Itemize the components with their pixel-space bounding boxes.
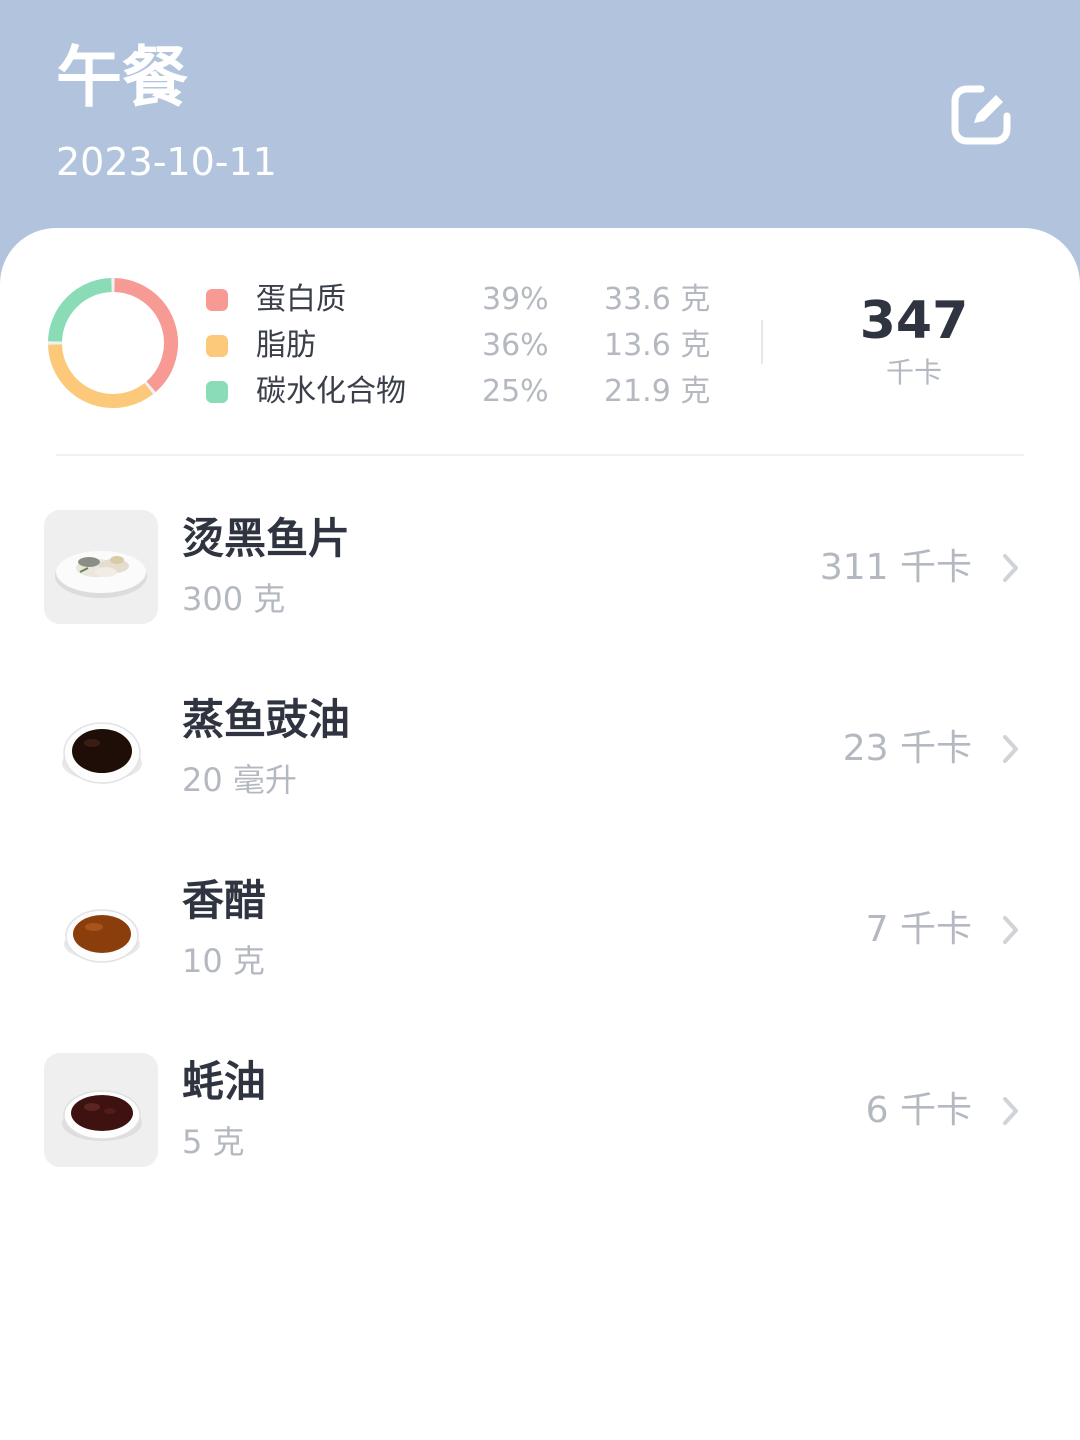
nutrition-summary: 蛋白质 39% 33.6 克 脂肪 36% 13.6 克 碳水化合物 25% 2… [0, 228, 1080, 454]
food-amount: 20 毫升 [182, 761, 297, 799]
food-calories: 6 千卡 [865, 1090, 972, 1131]
macro-row-fat: 脂肪 36% 13.6 克 [204, 323, 724, 369]
food-thumbnail [44, 872, 158, 986]
fish-slices-plate-image [44, 510, 158, 624]
food-name: 蒸鱼豉油 [182, 695, 351, 744]
food-calories: 23 千卡 [842, 728, 972, 769]
macro-row-carbs: 碳水化合物 25% 21.9 克 [204, 369, 724, 415]
carbs-color-dot [206, 381, 228, 403]
oyster-sauce-dish-image [44, 1053, 158, 1167]
macro-percent: 39% [482, 282, 549, 317]
protein-color-dot [206, 289, 228, 311]
food-list: 烫黑鱼片 300 克 311 千卡 蒸鱼豉油 20 毫升 23 千卡 香醋 10… [0, 484, 1080, 1208]
food-name: 蚝油 [182, 1057, 267, 1106]
edit-button[interactable] [948, 82, 1014, 148]
food-amount: 5 克 [182, 1123, 245, 1161]
macro-row-protein: 蛋白质 39% 33.6 克 [204, 277, 724, 323]
macro-amount: 33.6 克 [604, 282, 711, 317]
meal-title: 午餐 [56, 39, 188, 116]
food-thumbnail [44, 510, 158, 624]
food-item-oyster-sauce[interactable]: 蚝油 5 克 6 千卡 [0, 1027, 1080, 1208]
chevron-right-icon [1003, 1097, 1018, 1125]
food-name: 烫黑鱼片 [182, 514, 351, 563]
food-calories: 311 千卡 [819, 547, 972, 588]
total-calories: 347 [859, 291, 969, 351]
total-calories-unit: 千卡 [885, 356, 942, 389]
chevron-right-icon [1003, 735, 1018, 763]
macro-amount: 21.9 克 [604, 374, 711, 409]
food-calories: 7 千卡 [865, 909, 972, 950]
food-item-fish[interactable]: 烫黑鱼片 300 克 311 千卡 [0, 484, 1080, 665]
food-thumbnail [44, 1053, 158, 1167]
donut-segment-fat [48, 344, 154, 408]
macro-donut-chart [48, 278, 178, 408]
food-amount: 300 克 [182, 580, 286, 618]
meal-detail-card: 蛋白质 39% 33.6 克 脂肪 36% 13.6 克 碳水化合物 25% 2… [0, 228, 1080, 1440]
fat-color-dot [206, 335, 228, 357]
donut-segment-protein [114, 278, 178, 392]
macro-percent: 36% [482, 328, 549, 363]
meal-date: 2023-10-11 [56, 140, 277, 184]
edit-icon [951, 85, 1011, 145]
meal-header: 午餐 2023-10-11 [0, 0, 1080, 240]
macro-name: 脂肪 [256, 328, 316, 363]
vinegar-dish-image [64, 909, 140, 963]
macro-name: 蛋白质 [256, 282, 346, 317]
chevron-right-icon [1003, 916, 1018, 944]
food-item-soy-sauce[interactable]: 蒸鱼豉油 20 毫升 23 千卡 [0, 665, 1080, 846]
donut-segment-carbs [48, 278, 112, 342]
food-item-vinegar[interactable]: 香醋 10 克 7 千卡 [0, 846, 1080, 1027]
macro-percent: 25% [482, 374, 549, 409]
food-amount: 10 克 [182, 942, 265, 980]
macro-name: 碳水化合物 [256, 374, 406, 409]
summary-divider [761, 320, 763, 364]
chevron-right-icon [1003, 554, 1018, 582]
food-thumbnail [44, 691, 158, 805]
soy-sauce-dish-image [62, 722, 142, 784]
section-divider [56, 454, 1024, 456]
macro-amount: 13.6 克 [604, 328, 711, 363]
food-name: 香醋 [182, 876, 267, 925]
